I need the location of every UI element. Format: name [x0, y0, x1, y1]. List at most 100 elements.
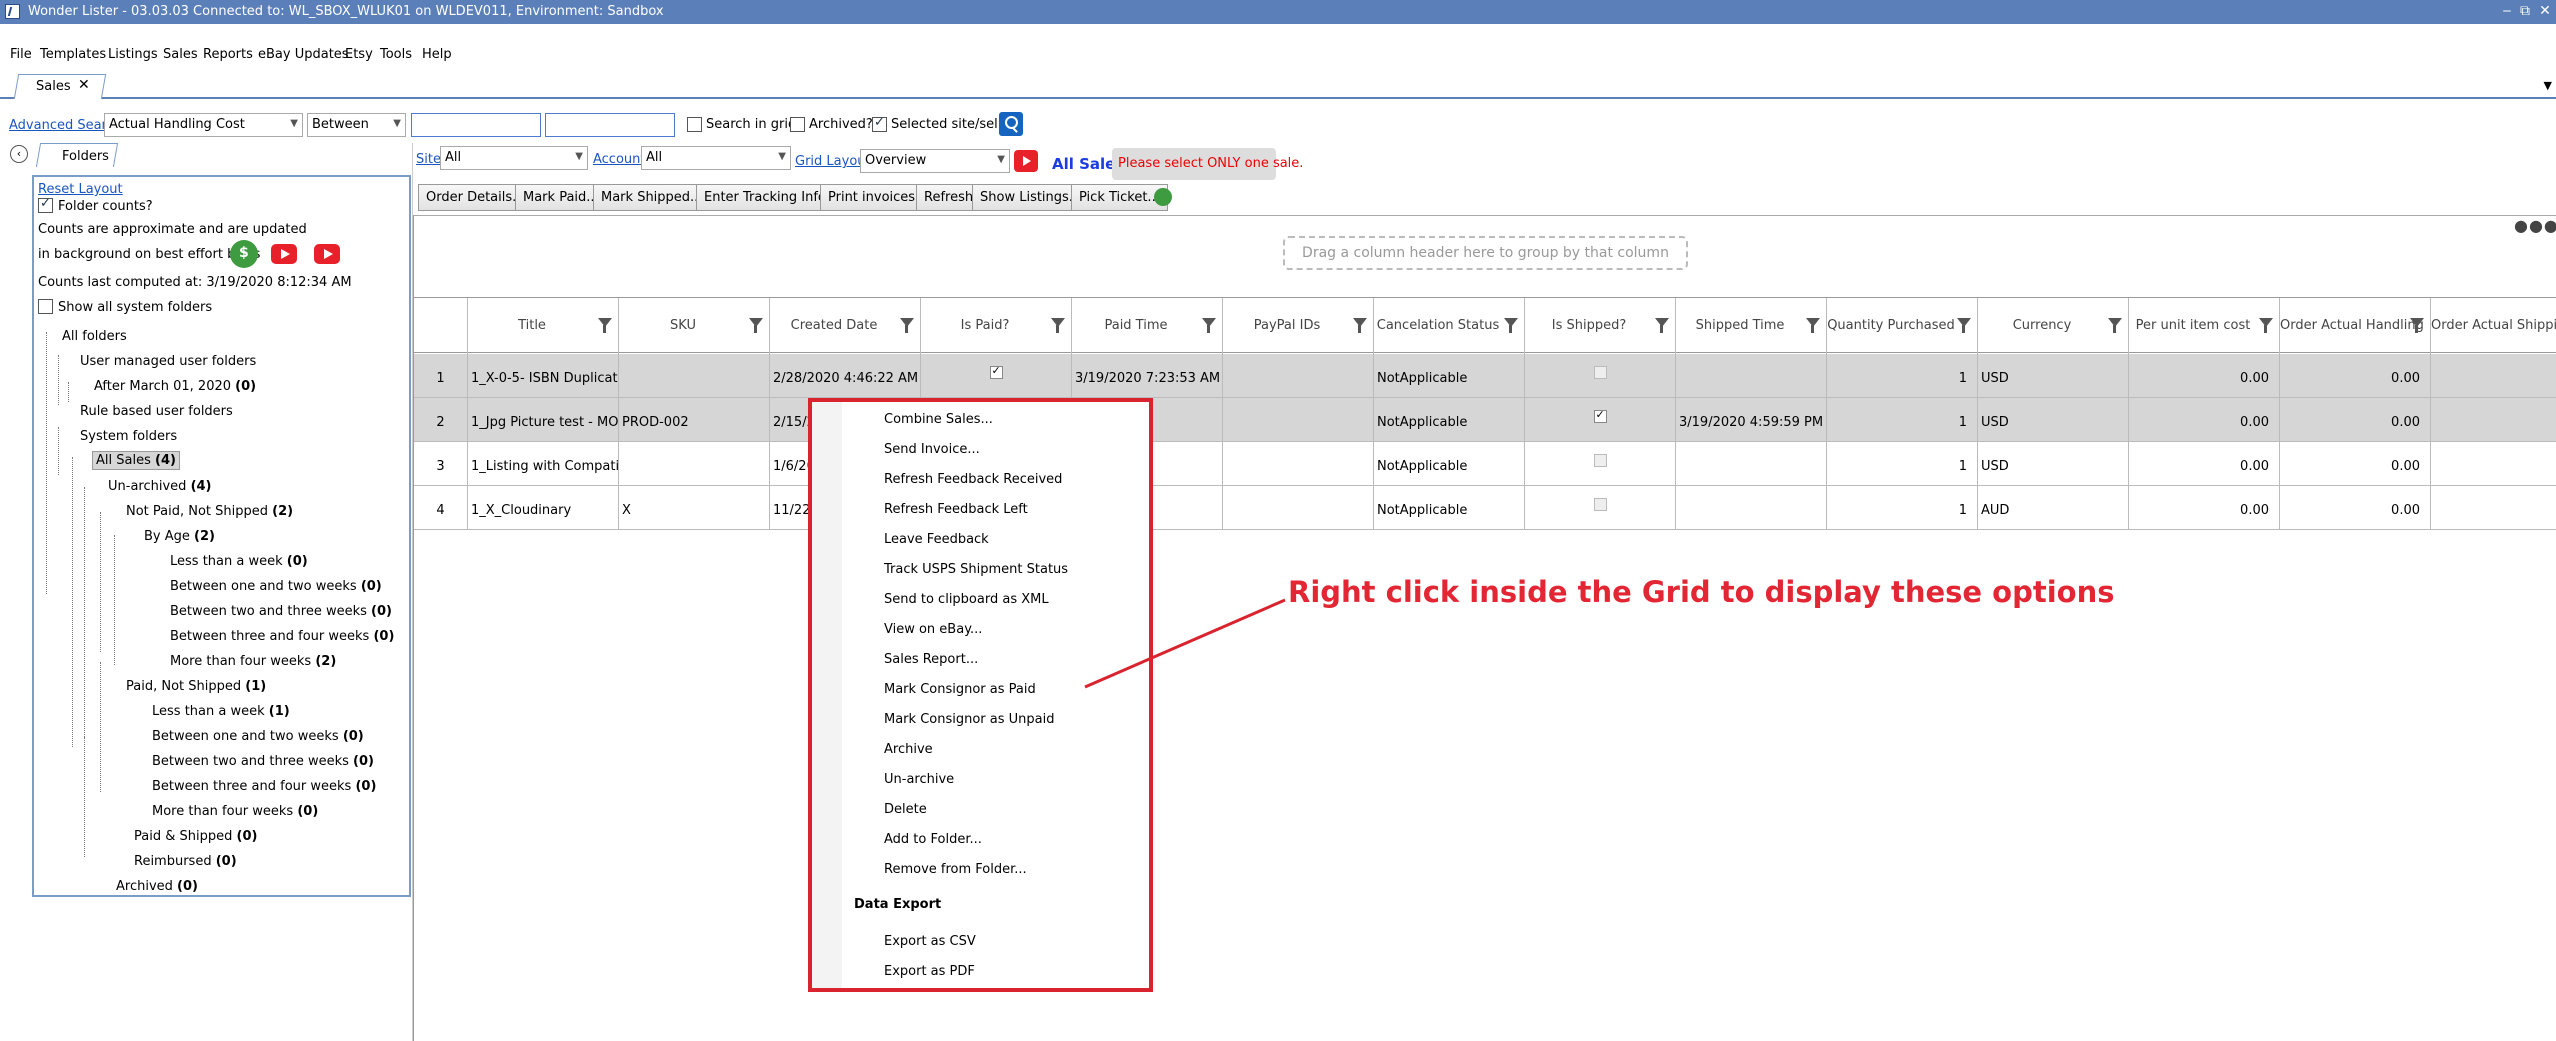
- menu-sales[interactable]: Sales: [163, 47, 198, 62]
- menu-item-sales-report[interactable]: Sales Report...: [884, 652, 978, 667]
- sales-grid[interactable]: Drag a column header here to group by th…: [413, 215, 2556, 1041]
- column-header[interactable]: Is Paid?: [921, 298, 1072, 354]
- column-header[interactable]: Cancelation Status: [1374, 298, 1525, 354]
- tree-node[interactable]: Less than a week (0): [170, 554, 308, 569]
- column-header[interactable]: Order Actual Handling: [2280, 298, 2431, 354]
- tree-node[interactable]: System folders: [80, 429, 177, 444]
- cell-shipped-time[interactable]: 3/19/2020 4:59:59 PM: [1676, 398, 1827, 442]
- tree-node[interactable]: Between two and three weeks (0): [152, 754, 374, 769]
- menu-item-export-pdf[interactable]: Export as PDF: [884, 964, 975, 979]
- close-button[interactable]: ✕: [2536, 1, 2554, 21]
- column-header[interactable]: PayPal IDs: [1223, 298, 1374, 354]
- site-link[interactable]: Site: [416, 152, 441, 167]
- cell-handling[interactable]: 0.00: [2280, 486, 2431, 530]
- cell-quantity[interactable]: 1: [1827, 442, 1978, 486]
- cell-title[interactable]: 1_Listing with Compatibiliti: [468, 442, 619, 486]
- cell-is-shipped[interactable]: [1525, 398, 1676, 442]
- tree-node-selected[interactable]: All Sales (4): [92, 451, 180, 470]
- column-header[interactable]: Quantity Purchased: [1827, 298, 1978, 354]
- shipped-checkbox[interactable]: [1593, 454, 1607, 467]
- menu-reports[interactable]: Reports: [203, 47, 253, 62]
- column-header[interactable]: SKU: [619, 298, 770, 354]
- cell-title[interactable]: 1_Jpg Picture test - MOD01: [468, 398, 619, 442]
- table-row[interactable]: 1 1_X-0-5- ISBN Duplicate tes 2/28/2020 …: [414, 354, 2556, 398]
- refresh-counts-icon[interactable]: [230, 240, 258, 268]
- cell-quantity[interactable]: 1: [1827, 354, 1978, 398]
- shipped-checkbox[interactable]: [1593, 366, 1607, 379]
- menu-item-track-usps[interactable]: Track USPS Shipment Status: [884, 562, 1068, 577]
- menu-item-leave-feedback[interactable]: Leave Feedback: [884, 532, 989, 547]
- cell-shipped-time[interactable]: [1676, 486, 1827, 530]
- table-row[interactable]: 3 1_Listing with Compatibiliti 1/6/202 N…: [414, 442, 2556, 486]
- cell-created[interactable]: 2/28/2020 4:46:22 AM: [770, 354, 921, 398]
- tree-node[interactable]: Reimbursed (0): [134, 854, 237, 869]
- selected-site-checkbox[interactable]: [872, 115, 887, 132]
- tree-node[interactable]: By Age (2): [144, 529, 215, 544]
- tree-node[interactable]: After March 01, 2020 (0): [94, 379, 256, 394]
- menu-item-remove-from-folder[interactable]: Remove from Folder...: [884, 862, 1027, 877]
- search-icon[interactable]: [999, 112, 1023, 136]
- menu-item-export-csv[interactable]: Export as CSV: [884, 934, 976, 949]
- tree-node[interactable]: More than four weeks (0): [152, 804, 318, 819]
- tree-node[interactable]: User managed user folders: [80, 354, 256, 369]
- tab-close-icon[interactable]: ✕: [78, 77, 90, 93]
- tree-node[interactable]: Not Paid, Not Shipped (2): [126, 504, 293, 519]
- video-help-icon[interactable]: [314, 244, 340, 264]
- cell-unit-cost[interactable]: 0.00: [2129, 398, 2280, 442]
- menu-listings[interactable]: Listings: [108, 47, 158, 62]
- cell-cancel-status[interactable]: NotApplicable: [1374, 486, 1525, 530]
- account-select[interactable]: All ▼: [641, 146, 791, 170]
- tree-node[interactable]: All folders: [62, 329, 127, 344]
- table-row[interactable]: 2 1_Jpg Picture test - MOD01 PROD-002 2/…: [414, 398, 2556, 442]
- cell-quantity[interactable]: 1: [1827, 486, 1978, 530]
- menu-item-unarchive[interactable]: Un-archive: [884, 772, 954, 787]
- cell-paypal[interactable]: [1223, 354, 1374, 398]
- reset-layout-link[interactable]: Reset Layout: [38, 182, 123, 197]
- search-value-from[interactable]: [411, 113, 541, 137]
- menu-item-mark-consignor-unpaid[interactable]: Mark Consignor as Unpaid: [884, 712, 1054, 727]
- cell-handling[interactable]: 0.00: [2280, 354, 2431, 398]
- cell-paypal[interactable]: [1223, 442, 1374, 486]
- cell-unit-cost[interactable]: 0.00: [2129, 486, 2280, 530]
- tree-node[interactable]: Rule based user folders: [80, 404, 233, 419]
- search-value-to[interactable]: [545, 113, 675, 137]
- group-by-drop-zone[interactable]: Drag a column header here to group by th…: [1283, 236, 1688, 270]
- cell-cancel-status[interactable]: NotApplicable: [1374, 354, 1525, 398]
- cell-shipped-time[interactable]: [1676, 442, 1827, 486]
- cell-title[interactable]: 1_X-0-5- ISBN Duplicate tes: [468, 354, 619, 398]
- column-header[interactable]: Is Shipped?: [1525, 298, 1676, 354]
- shipped-checkbox[interactable]: [1593, 408, 1607, 423]
- cell-shipped-time[interactable]: [1676, 354, 1827, 398]
- collapse-panel-icon[interactable]: ‹: [10, 145, 28, 163]
- column-header[interactable]: Shipped Time: [1676, 298, 1827, 354]
- archived-checkbox[interactable]: [790, 117, 805, 132]
- tree-node[interactable]: Between one and two weeks (0): [170, 579, 382, 594]
- column-header[interactable]: Order Actual Shipping: [2431, 298, 2556, 354]
- menu-item-combine-sales[interactable]: Combine Sales...: [884, 412, 993, 427]
- cell-sku[interactable]: PROD-002: [619, 398, 770, 442]
- video-help-icon[interactable]: [271, 244, 297, 264]
- menu-templates[interactable]: Templates: [40, 47, 106, 62]
- table-row[interactable]: 4 1_X_Cloudinary X 11/22/ NotApplicable …: [414, 486, 2556, 530]
- column-header[interactable]: Created Date: [770, 298, 921, 354]
- menu-item-view-on-ebay[interactable]: View on eBay...: [884, 622, 982, 637]
- cell-sku[interactable]: [619, 442, 770, 486]
- tree-node[interactable]: Between one and two weeks (0): [152, 729, 364, 744]
- cell-paypal[interactable]: [1223, 398, 1374, 442]
- column-header[interactable]: Title: [468, 298, 619, 354]
- menu-item-mark-consignor-paid[interactable]: Mark Consignor as Paid: [884, 682, 1036, 697]
- menu-etsy[interactable]: Etsy: [345, 47, 373, 62]
- folder-counts-checkbox[interactable]: [38, 196, 53, 213]
- column-header[interactable]: Currency: [1978, 298, 2129, 354]
- tree-node[interactable]: Paid, Not Shipped (1): [126, 679, 266, 694]
- cell-unit-cost[interactable]: 0.00: [2129, 442, 2280, 486]
- menu-item-refresh-feedback-received[interactable]: Refresh Feedback Received: [884, 472, 1062, 487]
- video-help-icon[interactable]: [1014, 150, 1038, 172]
- cell-handling[interactable]: 0.00: [2280, 398, 2431, 442]
- shipped-checkbox[interactable]: [1593, 498, 1607, 511]
- more-options-icon[interactable]: ●●●: [2514, 216, 2556, 235]
- cell-sku[interactable]: X: [619, 486, 770, 530]
- mark-shipped-button[interactable]: Mark Shipped...: [593, 184, 711, 211]
- cell-is-shipped[interactable]: [1525, 442, 1676, 486]
- menu-file[interactable]: File: [10, 47, 32, 62]
